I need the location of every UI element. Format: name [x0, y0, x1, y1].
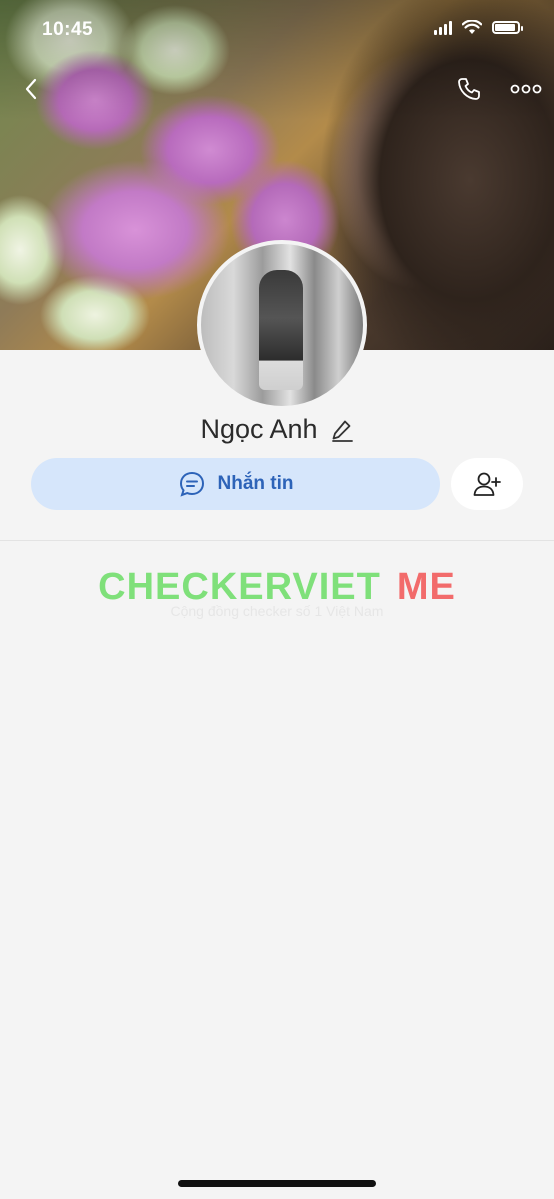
status-time: 10:45: [42, 19, 94, 40]
cellular-signal-icon: [434, 20, 452, 35]
name-row: Ngọc Anh: [0, 414, 554, 445]
home-indicator[interactable]: [178, 1180, 376, 1187]
wifi-icon: [462, 20, 482, 34]
watermark-title-part1: CHECKERVIET: [98, 566, 381, 608]
more-dots-icon: [510, 84, 542, 94]
back-button[interactable]: [14, 72, 48, 106]
message-button-label: Nhắn tin: [217, 473, 294, 494]
add-friend-button[interactable]: [451, 458, 523, 510]
more-button[interactable]: [506, 72, 546, 106]
avatar-photo: [259, 270, 303, 390]
phone-icon: [458, 78, 480, 100]
battery-icon: [492, 21, 523, 34]
avatar[interactable]: [197, 240, 367, 410]
message-button[interactable]: Nhắn tin: [31, 458, 440, 510]
watermark-title-part2: ME: [396, 566, 456, 608]
call-button[interactable]: [452, 72, 486, 106]
divider: [0, 540, 554, 541]
watermark: CHECKERVIET ME Cộng đồng checker số 1 Việ…: [0, 566, 554, 619]
status-icons: [434, 20, 523, 35]
pencil-icon[interactable]: [330, 418, 354, 442]
chat-bubble-icon: [179, 471, 204, 497]
watermark-subtitle: Cộng đồng checker số 1 Việt Nam: [170, 603, 384, 619]
profile-name: Ngọc Anh: [200, 414, 318, 444]
chevron-left-icon: [25, 78, 37, 100]
add-friend-icon: [473, 472, 501, 496]
